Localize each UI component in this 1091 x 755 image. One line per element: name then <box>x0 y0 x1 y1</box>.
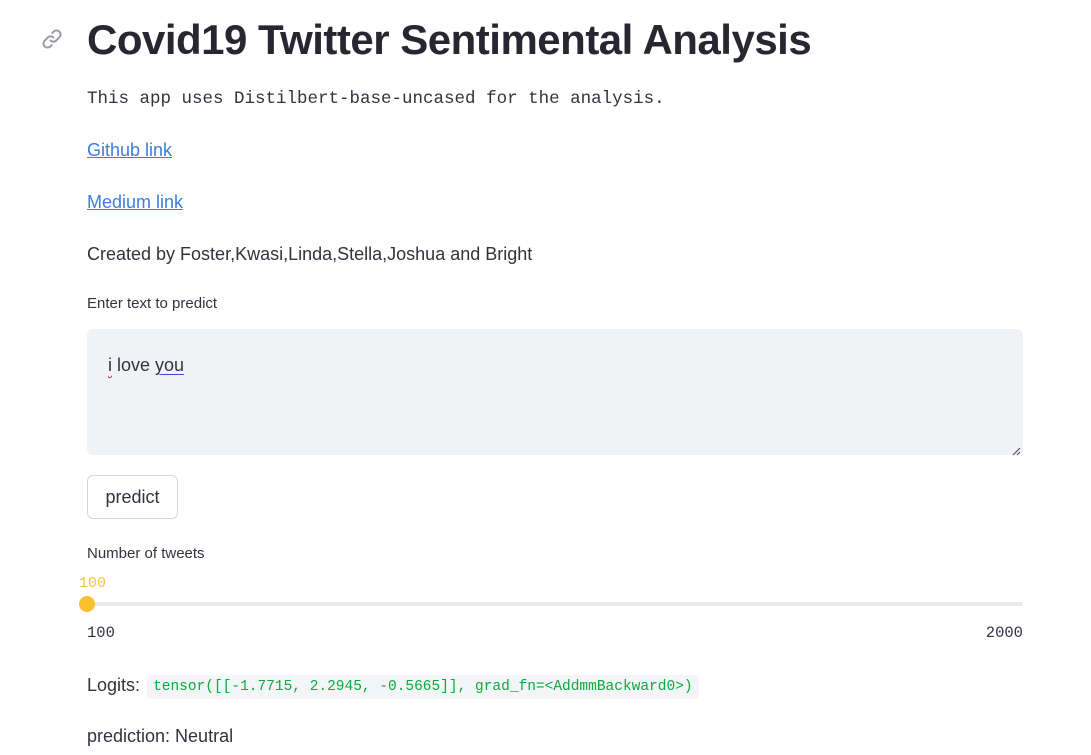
logits-label: Logits: <box>87 675 141 695</box>
slider-current-value: 100 <box>79 575 107 592</box>
link-icon[interactable] <box>40 28 64 50</box>
tweets-slider-thumb[interactable] <box>79 596 95 612</box>
text-area-word-you: you <box>155 355 185 375</box>
slider-max-label: 2000 <box>985 624 1023 642</box>
logits-row: Logits: tensor([[-1.7715, 2.2945, -0.566… <box>87 672 699 699</box>
text-input-label: Enter text to predict <box>87 295 218 312</box>
slider-min-label: 100 <box>87 624 115 642</box>
predict-text-area[interactable]: i love you <box>87 329 1023 456</box>
medium-link[interactable]: Medium link <box>87 190 183 214</box>
app-description: This app uses Distilbert-base-uncased fo… <box>87 89 665 109</box>
tweets-slider-label: Number of tweets <box>87 545 205 562</box>
github-link[interactable]: Github link <box>87 138 172 162</box>
resize-handle-icon[interactable] <box>1011 443 1021 456</box>
app-page: Covid19 Twitter Sentimental Analysis Thi… <box>0 0 1091 755</box>
logits-value: tensor([[-1.7715, 2.2945, -0.5665]], gra… <box>147 675 699 699</box>
tweets-slider-track[interactable] <box>79 596 1023 612</box>
predict-button[interactable]: predict <box>87 475 178 519</box>
prediction-result: prediction: Neutral <box>87 726 234 746</box>
text-area-value: i love you <box>108 353 184 377</box>
text-area-word-love: love <box>112 355 156 375</box>
authors-text: Created by Foster,Kwasi,Linda,Stella,Jos… <box>87 244 533 264</box>
page-title: Covid19 Twitter Sentimental Analysis <box>87 16 812 63</box>
